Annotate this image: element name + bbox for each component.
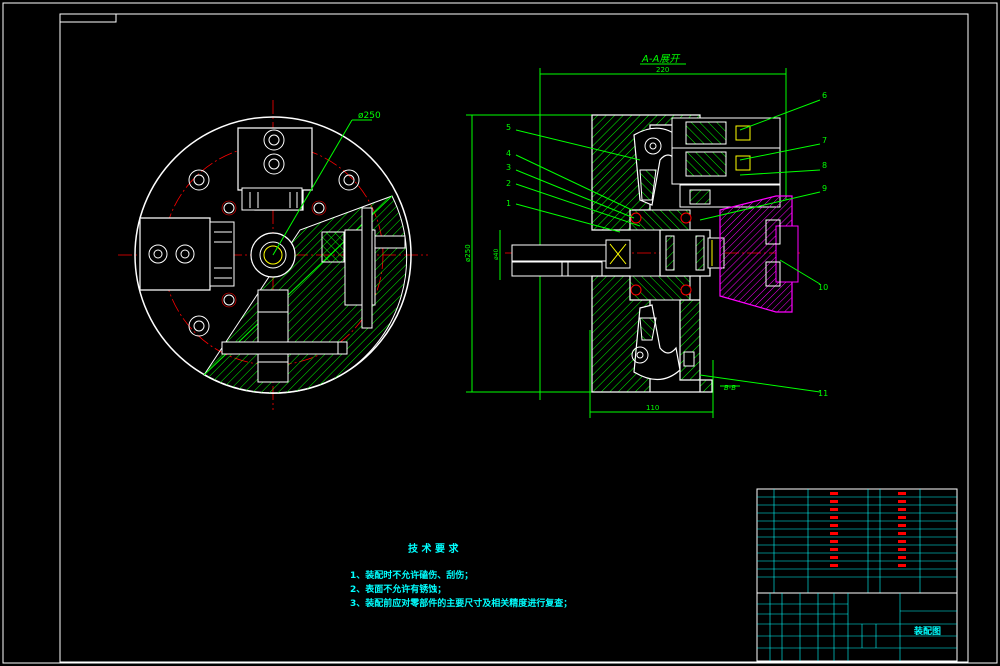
notes-title: 技 术 要 求 <box>408 542 459 555</box>
cad-drawing: ø250 A-A展开 220 ø250 ø40 110 B-B 1 2 3 4 … <box>2 2 998 664</box>
callout-5: 5 <box>506 123 511 132</box>
callout-9: 9 <box>822 184 827 193</box>
section-title: A-A展开 <box>641 54 681 65</box>
note-3: 3、装配前应对零部件的主要尺寸及相关精度进行复查； <box>350 597 572 609</box>
note-1: 1、装配时不允许磕伤、刮伤； <box>350 569 473 581</box>
callout-7: 7 <box>822 136 827 145</box>
dim-top-width: 220 <box>656 66 669 74</box>
callout-2: 2 <box>506 179 511 188</box>
callout-6: 6 <box>822 91 827 100</box>
note-2: 2、表面不允许有锈蚀； <box>350 583 446 595</box>
dim-bore: ø40 <box>493 249 500 260</box>
callout-10: 10 <box>818 283 828 292</box>
dim-height: ø250 <box>464 244 472 262</box>
drawing-number-box <box>59 13 117 23</box>
dim-bottom-width: 110 <box>646 404 659 412</box>
section-label-bb: B-B <box>724 384 736 392</box>
outer-frame <box>2 2 998 664</box>
drawing-name: 装配图 <box>913 625 941 637</box>
callout-11: 11 <box>818 389 828 398</box>
technical-notes: 技 术 要 求 1、装配时不允许磕伤、刮伤； 2、表面不允许有锈蚀； 3、装配前… <box>350 542 572 609</box>
callout-3: 3 <box>506 163 511 172</box>
parts-list <box>756 488 958 594</box>
front-diameter-label: ø250 <box>358 111 381 121</box>
callout-4: 4 <box>506 149 511 158</box>
front-view: ø250 <box>118 100 428 410</box>
section-view: A-A展开 220 ø250 ø40 110 B-B 1 2 3 4 5 6 7… <box>464 54 828 418</box>
title-block: 装配图 <box>756 592 958 662</box>
callout-1: 1 <box>506 199 511 208</box>
callout-8: 8 <box>822 161 827 170</box>
